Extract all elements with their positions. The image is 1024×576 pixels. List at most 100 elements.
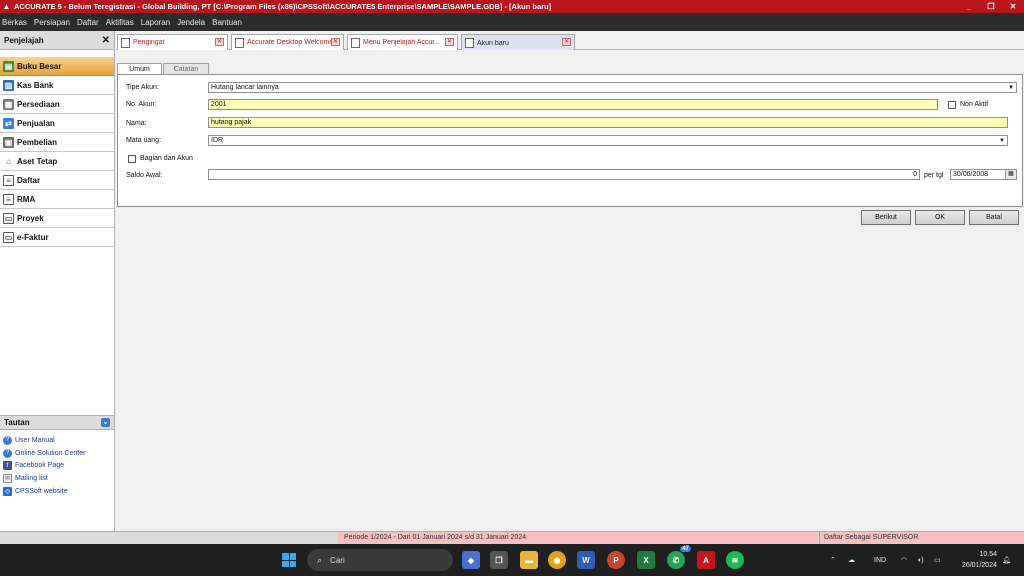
tab-label: Accurate Desktop Welcome... (247, 39, 340, 46)
menu-daftar[interactable]: Daftar (77, 18, 99, 27)
tab-akun-baru[interactable]: Akun baru ✕ (461, 34, 575, 51)
sidebar-item-label: RMA (17, 194, 36, 204)
saldo-awal-value: 0 (913, 171, 917, 178)
sidebar-item-rma[interactable]: ≡ RMA (0, 190, 114, 209)
batal-button[interactable]: Batal (969, 210, 1019, 225)
sidebar-item-kas-bank[interactable]: ▥ Kas Bank (0, 76, 114, 95)
language-indicator[interactable]: IND (874, 544, 886, 576)
sidebar-item-label: Aset Tetap (17, 156, 58, 166)
close-button[interactable]: ✕ (1002, 0, 1024, 13)
chrome-icon[interactable]: ◉ (548, 551, 566, 569)
non-aktif-label: Non Aktif (960, 101, 989, 108)
tautan-title: Tautan (4, 418, 30, 427)
berikut-button[interactable]: Berikut (861, 210, 911, 225)
subtab-catatan[interactable]: Catatan (163, 63, 209, 74)
taskbar-search[interactable]: ⌕ Cari (307, 549, 453, 571)
link-label: Mailing list (15, 474, 48, 482)
link-label: User Manual (15, 436, 55, 444)
list-document-icon: ≡ (3, 174, 14, 186)
invoice-icon: ▭ (3, 231, 14, 243)
wifi-icon[interactable]: ◠ (901, 544, 907, 576)
close-tab-icon[interactable]: ✕ (562, 38, 571, 46)
menu-jendela[interactable]: Jendela (177, 18, 205, 27)
windows-start-icon[interactable] (282, 553, 296, 567)
volume-icon[interactable]: ◖) (917, 544, 924, 576)
link-cpssoft-website[interactable]: ◎ CPSSoft website (3, 485, 111, 498)
tab-menu-penjelajah[interactable]: Menu Penjelajah Accur... ✕ (347, 34, 458, 50)
sidebar-item-aset-tetap[interactable]: ⌂ Aset Tetap (0, 152, 114, 171)
sidebar-item-daftar[interactable]: ≡ Daftar (0, 171, 114, 190)
chevron-down-icon[interactable]: ⌄ (101, 418, 110, 427)
sidebar-item-persediaan[interactable]: ▦ Persediaan (0, 95, 114, 114)
calendar-icon[interactable]: ▦ (1005, 170, 1016, 179)
spotify-icon[interactable]: ≋ (726, 551, 744, 569)
nama-input[interactable]: hutang pajak (208, 117, 1008, 128)
close-tab-icon[interactable]: ✕ (331, 38, 340, 46)
accurate-app-icon[interactable]: A (697, 551, 715, 569)
window-controls: _ ❐ ✕ (958, 0, 1024, 13)
bank-icon: ▥ (3, 79, 14, 91)
mata-uang-select[interactable]: IDR ▼ (208, 135, 1008, 146)
excel-icon[interactable]: X (637, 551, 655, 569)
mata-uang-label: Mata uang: (126, 137, 162, 144)
tab-label: Akun baru (477, 39, 509, 47)
tab-pengingat[interactable]: Pengingat ✕ (117, 34, 228, 50)
sidebar-item-label: e-Faktur (17, 232, 49, 242)
link-user-manual[interactable]: ? User Manual (3, 434, 111, 447)
sidebar-item-label: Pembelian (17, 137, 58, 147)
bagian-dari-akun-checkbox[interactable] (128, 155, 136, 163)
notification-badge: 47 (680, 546, 691, 552)
minimize-button[interactable]: _ (958, 0, 980, 13)
document-icon (351, 37, 360, 48)
sidebar-item-label: Proyek (17, 213, 44, 223)
tanggal-input[interactable]: 30/06/2008 ▦ (950, 169, 1017, 180)
sidebar-item-e-faktur[interactable]: ▭ e-Faktur (0, 228, 114, 247)
word-icon[interactable]: W (577, 551, 595, 569)
tanggal-value: 30/06/2008 (953, 171, 989, 178)
no-akun-input[interactable]: 2001 (208, 99, 938, 110)
link-online-solution-center[interactable]: ? Online Solution Center (3, 447, 111, 460)
link-label: Online Solution Center (15, 449, 86, 457)
taskbar-clock[interactable]: 10.54 26/01/2024 (953, 549, 997, 571)
tab-accurate-desktop-welcome[interactable]: Accurate Desktop Welcome... ✕ (231, 34, 344, 50)
whatsapp-icon[interactable]: ✆ 47 (667, 546, 691, 569)
project-icon: ▭ (3, 212, 14, 224)
menu-laporan[interactable]: Laporan (141, 18, 170, 27)
title-bar: ▲ ACCURATE 5 - Belum Teregistrasi - Glob… (0, 0, 1024, 13)
status-bar: Periode 1/2024 - Dari 01 Januari 2024 s/… (0, 531, 1024, 544)
copilot-icon[interactable]: ◈ (462, 551, 480, 569)
non-aktif-checkbox[interactable] (948, 101, 956, 109)
notification-bell-icon[interactable]: 🔔︎ (1002, 544, 1011, 576)
menu-bantuan[interactable]: Bantuan (212, 18, 242, 27)
windows-taskbar: ⌕ Cari ◈ ❐ ▬ ◉ W P X ✆ 47 A ≋ ⌃ ☁ IND ◠ … (0, 544, 1024, 576)
sidebar-item-penjualan[interactable]: ⇄ Penjualan (0, 114, 114, 133)
task-view-icon[interactable]: ❐ (490, 551, 508, 569)
menu-berkas[interactable]: Berkas (2, 18, 27, 27)
close-icon[interactable]: ✕ (102, 35, 110, 46)
menu-persiapan[interactable]: Persiapan (34, 18, 70, 27)
powerpoint-icon[interactable]: P (607, 551, 625, 569)
link-facebook-page[interactable]: f Facebook Page (3, 459, 111, 472)
sidebar-item-proyek[interactable]: ▭ Proyek (0, 209, 114, 228)
saldo-awal-input[interactable]: 0 (208, 169, 920, 180)
sidebar-item-buku-besar[interactable]: ▤ Buku Besar (0, 57, 114, 76)
sidebar-item-label: Kas Bank (17, 80, 54, 90)
window-title: ACCURATE 5 - Belum Teregistrasi - Global… (14, 2, 552, 11)
facebook-icon: f (3, 461, 12, 471)
show-hidden-icons-icon[interactable]: ⌃ (830, 544, 836, 576)
restore-button[interactable]: ❐ (980, 0, 1002, 13)
help-icon: ? (3, 448, 12, 458)
dropdown-arrow-icon[interactable]: ▼ (998, 137, 1006, 145)
dropdown-arrow-icon[interactable]: ▼ (1007, 84, 1015, 92)
menu-aktifitas[interactable]: Aktifitas (106, 18, 134, 27)
file-explorer-icon[interactable]: ▬ (520, 551, 538, 569)
link-mailing-list[interactable]: ✉ Mailing list (3, 472, 111, 485)
close-tab-icon[interactable]: ✕ (445, 38, 454, 46)
weather-icon[interactable]: ☁ (848, 544, 855, 576)
inventory-icon: ▦ (3, 98, 14, 110)
ok-button[interactable]: OK (915, 210, 965, 225)
tipe-akun-select[interactable]: Hutang lancar lainnya ▼ (208, 82, 1017, 93)
battery-icon[interactable]: ▭ (934, 544, 941, 576)
sidebar-item-pembelian[interactable]: ▣ Pembelian (0, 133, 114, 152)
close-tab-icon[interactable]: ✕ (215, 38, 224, 46)
